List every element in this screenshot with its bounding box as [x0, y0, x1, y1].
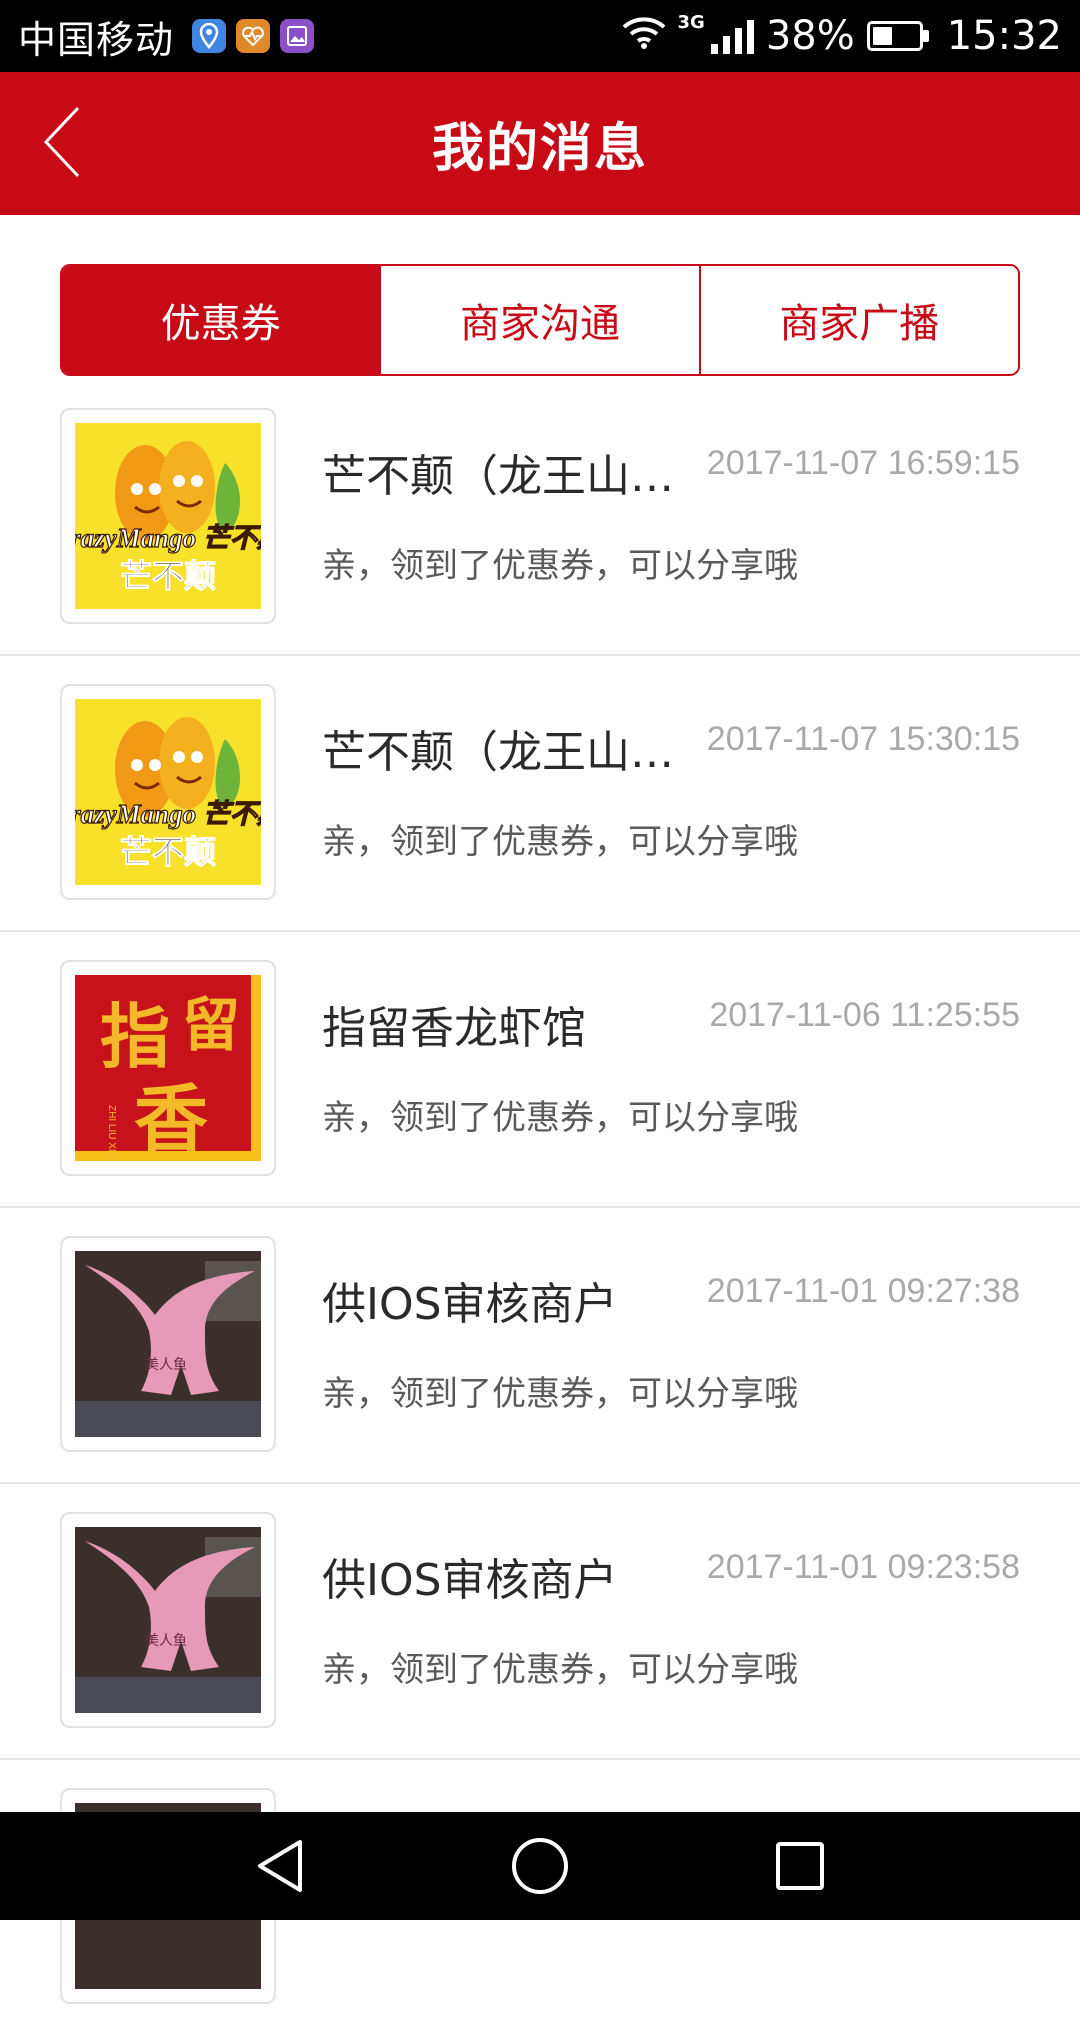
- page-title: 我的消息: [431, 119, 648, 179]
- merchant-logo: 指 留 香 ZHI LIU XIANG: [60, 960, 276, 1176]
- gallery-icon: [280, 19, 315, 53]
- list-item[interactable]: 美人鱼 供IOS审核商户 2017-11-01 09:27:38 亲，领到了优惠…: [0, 1208, 1080, 1484]
- system-nav-bar: [0, 1812, 1080, 1920]
- svg-text:CrazyMango 芒不颠: CrazyMango 芒不颠: [75, 799, 261, 829]
- nav-recents-button[interactable]: [760, 1826, 840, 1906]
- crazymango-logo: CrazyMango 芒不颠 芒不颠: [75, 699, 261, 885]
- message-time: 2017-11-01 09:23:58: [706, 1548, 1020, 1586]
- pink-statue-photo: 美人鱼: [75, 1527, 261, 1713]
- merchant-logo: CrazyMango 芒不颠 芒不颠: [60, 408, 276, 624]
- svg-text:芒不颠: 芒不颠: [120, 557, 216, 595]
- battery-icon: [866, 21, 929, 51]
- location-icon: [192, 19, 227, 53]
- status-bar: 中国移动 3G 38% 15:32: [0, 0, 1080, 72]
- list-item[interactable]: CrazyMango 芒不颠 芒不颠 芒不颠（龙王山店） 2017-11-07 …: [0, 656, 1080, 932]
- message-text: 亲，领到了优惠券，可以分享哦: [322, 1374, 798, 1414]
- svg-text:CrazyMango 芒不颠: CrazyMango 芒不颠: [75, 523, 261, 553]
- nav-home-button[interactable]: [500, 1826, 580, 1906]
- battery-percent: 38%: [765, 13, 855, 59]
- nav-back-button[interactable]: [240, 1826, 320, 1906]
- recents-square-icon: [776, 1842, 824, 1890]
- chevron-left-icon: [43, 106, 80, 178]
- svg-text:香: 香: [134, 1077, 208, 1161]
- svg-text:美人鱼: 美人鱼: [145, 1632, 187, 1649]
- merchant-name: 供IOS审核商户: [322, 1279, 618, 1330]
- back-button[interactable]: [22, 102, 102, 182]
- signal-icon: [710, 18, 754, 54]
- message-text: 亲，领到了优惠券，可以分享哦: [322, 1650, 798, 1690]
- health-icon: [236, 19, 271, 53]
- merchant-name: 指留香龙虾馆: [322, 1003, 586, 1054]
- wifi-icon: [622, 13, 666, 59]
- svg-text:指: 指: [100, 995, 170, 1078]
- tab-merchant-chat[interactable]: 商家沟通: [379, 266, 699, 374]
- list-item[interactable]: 指 留 香 ZHI LIU XIANG 指留香龙虾馆 2017-11-06 11…: [0, 932, 1080, 1208]
- message-time: 2017-11-01 09:27:38: [706, 1272, 1020, 1310]
- merchant-logo: CrazyMango 芒不颠 芒不颠: [60, 684, 276, 900]
- crazymango-logo: CrazyMango 芒不颠 芒不颠: [75, 423, 261, 609]
- svg-text:ZHI LIU XIANG: ZHI LIU XIANG: [106, 1105, 117, 1161]
- home-circle-icon: [512, 1838, 568, 1894]
- zhiliuxiang-logo: 指 留 香 ZHI LIU XIANG: [75, 975, 261, 1161]
- message-time: 2017-11-07 15:30:15: [706, 720, 1020, 758]
- list-item[interactable]: 美人鱼 供IOS审核商户 2017-11-01 09:23:58 亲，领到了优惠…: [0, 1484, 1080, 1760]
- message-time: 2017-11-06 11:25:55: [709, 996, 1020, 1034]
- merchant-logo: 美人鱼: [60, 1512, 276, 1728]
- merchant-name: 供IOS审核商户: [322, 1555, 618, 1606]
- message-text: 亲，领到了优惠券，可以分享哦: [322, 1098, 798, 1138]
- svg-text:美人鱼: 美人鱼: [145, 1356, 187, 1373]
- tab-merchant-broadcast[interactable]: 商家广播: [698, 266, 1018, 374]
- merchant-logo: 美人鱼: [60, 1236, 276, 1452]
- merchant-name: 芒不颠（龙王山店）: [322, 451, 692, 502]
- status-bar-left: 中国移动: [18, 9, 315, 64]
- message-list: CrazyMango 芒不颠 芒不颠 芒不颠（龙王山店） 2017-11-07 …: [0, 380, 1080, 2036]
- message-text: 亲，领到了优惠券，可以分享哦: [322, 546, 798, 586]
- status-bar-right: 3G 38% 15:32: [622, 11, 1062, 59]
- message-text: 亲，领到了优惠券，可以分享哦: [322, 822, 798, 862]
- svg-text:芒不颠: 芒不颠: [120, 833, 216, 871]
- back-triangle-icon: [258, 1840, 302, 1892]
- message-tabs: 优惠券 商家沟通 商家广播: [60, 264, 1020, 376]
- carrier-name: 中国移动: [18, 17, 175, 62]
- merchant-name: 芒不颠（龙王山店）: [322, 727, 692, 778]
- list-item[interactable]: CrazyMango 芒不颠 芒不颠 芒不颠（龙王山店） 2017-11-07 …: [0, 380, 1080, 656]
- tab-coupons[interactable]: 优惠券: [62, 266, 380, 374]
- app-header: 我的消息: [0, 72, 1080, 215]
- network-type: 3G: [677, 11, 705, 33]
- message-time: 2017-11-07 16:59:15: [706, 444, 1020, 482]
- svg-text:留: 留: [182, 991, 240, 1059]
- clock: 15:32: [946, 13, 1062, 59]
- pink-statue-photo: 美人鱼: [75, 1251, 261, 1437]
